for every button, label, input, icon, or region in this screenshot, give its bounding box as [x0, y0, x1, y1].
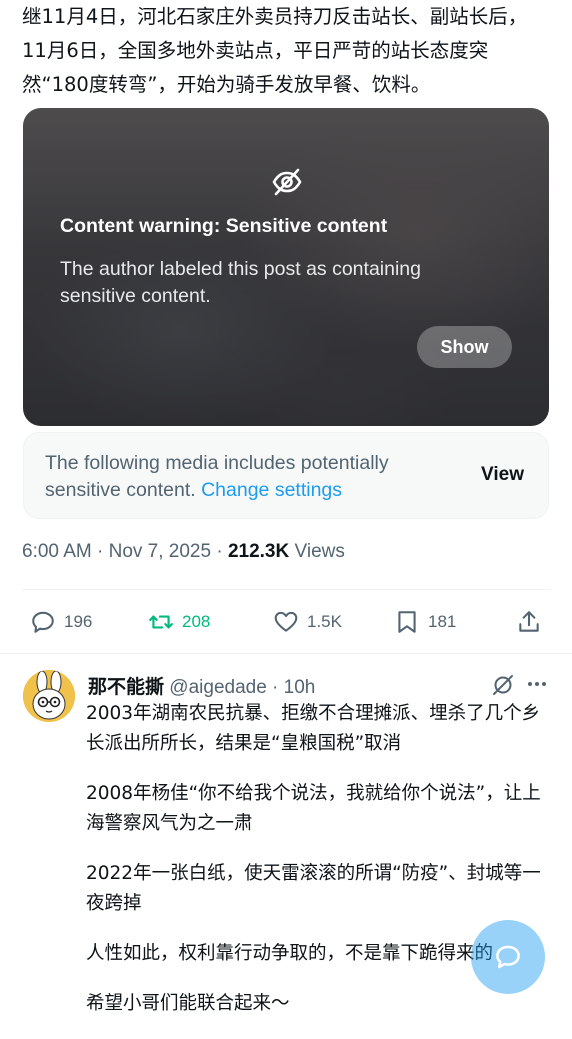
action-bar: 196 208 1.5K 181 [0, 600, 572, 644]
share-button[interactable] [516, 600, 550, 644]
post-time[interactable]: 6:00 AM · Nov 7, 2025 · [22, 541, 228, 562]
views-label: Views [289, 541, 345, 562]
eye-slash-icon [272, 168, 302, 196]
retweet-icon [149, 615, 173, 629]
content-warning-description: The author labeled this post as containi… [60, 258, 421, 307]
retweet-button[interactable]: 208 [148, 600, 210, 644]
notice-text: The following media includes potentially… [45, 450, 425, 504]
reply-text: 2003年湖南农民抗暴、拒缴不合理摊派、埋杀了几个乡长派出所所长，结果是“皇粮国… [86, 699, 556, 1039]
reply-paragraph: 2008年杨佳“你不给我个说法，我就给你个说法”，让上海警察风气为之一肃 [86, 783, 541, 834]
reply-author-name[interactable]: 那不能撕 [88, 677, 164, 698]
tweet-text: 继11月4日，河北石家庄外卖员持刀反击站长、副站长后，11月6日，全国多地外卖站… [22, 5, 528, 96]
reply-icon [32, 611, 54, 633]
reply-paragraph: 2022年一张白纸，使天雷滚滚的所谓“防疫”、封城等一夜跨掉 [86, 863, 541, 914]
reply-paragraph: 希望小哥们能联合起来～ [86, 993, 290, 1014]
reply-author-handle[interactable]: @aigedade · 10h [169, 677, 315, 698]
divider [22, 589, 550, 590]
avatar[interactable] [23, 670, 75, 722]
tweet-metadata: 6:00 AM · Nov 7, 2025 · 212.3K Views [22, 541, 345, 563]
views-count: 212.3K [227, 541, 290, 562]
rabbit-avatar-icon [23, 670, 75, 722]
more-options-icon[interactable] [526, 672, 548, 696]
reply-paragraph: 2003年湖南农民抗暴、拒缴不合理摊派、埋杀了几个乡长派出所所长，结果是“皇粮国… [86, 703, 541, 754]
reply-count: 196 [64, 612, 93, 631]
retweet-count: 208 [182, 612, 211, 631]
heart-icon [274, 611, 298, 632]
reply-header: 那不能撕 @aigedade · 10h [88, 672, 315, 699]
like-count: 1.5K [307, 612, 342, 631]
show-media-button[interactable]: Show [417, 326, 512, 368]
bookmark-count: 181 [428, 612, 457, 631]
compose-reply-button[interactable] [471, 920, 545, 994]
reply-bubble-icon [496, 945, 520, 969]
share-icon [519, 611, 539, 632]
view-media-button[interactable]: View [481, 464, 524, 486]
grok-icon[interactable] [491, 673, 515, 697]
reply-divider [0, 653, 572, 654]
reply-button[interactable]: 196 [30, 600, 92, 644]
content-warning-title: Content warning: Sensitive content [60, 215, 388, 237]
sensitive-media-notice: The following media includes potentially… [23, 432, 549, 519]
bookmark-icon [398, 611, 416, 633]
like-button[interactable]: 1.5K [273, 600, 342, 644]
sensitive-media[interactable]: Content warning: Sensitive content The a… [23, 108, 549, 426]
change-settings-link[interactable]: Change settings [201, 479, 342, 501]
bookmark-button[interactable]: 181 [394, 600, 456, 644]
